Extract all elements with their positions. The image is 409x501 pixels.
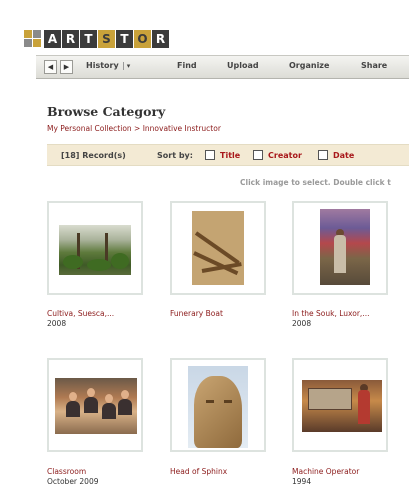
item-title[interactable]: Funerary Boat (170, 309, 223, 318)
sort-by-creator[interactable]: Creator (253, 150, 302, 160)
checkbox[interactable] (205, 150, 215, 160)
history-menu[interactable]: History ▾ (86, 61, 130, 70)
logo-letter: A (44, 30, 61, 48)
thumbnail-image[interactable] (55, 378, 137, 434)
records-bar: [18] Record(s) Sort by: Title Creator Da… (47, 144, 409, 166)
sort-label: Sort by: (157, 151, 193, 160)
item-date: 2008 (47, 319, 67, 328)
forward-arrow-icon[interactable]: ▶ (60, 60, 73, 74)
sort-by-title[interactable]: Title (205, 150, 240, 160)
selection-hint: Click image to select. Double click t (240, 178, 391, 187)
artstor-logo[interactable]: A R T S T O R (44, 30, 170, 48)
share-button[interactable]: Share (361, 61, 387, 70)
upload-button[interactable]: Upload (227, 61, 259, 70)
item-date: 2008 (292, 319, 312, 328)
logo-letter: O (134, 30, 151, 48)
thumbnail-image[interactable] (302, 380, 382, 432)
main-toolbar: ◀ ▶ History ▾ Find Upload Organize Share (36, 55, 409, 79)
record-count: [18] Record(s) (61, 151, 126, 160)
find-button[interactable]: Find (177, 61, 197, 70)
logo-letter: S (98, 30, 115, 48)
sort-option-label: Title (220, 150, 241, 160)
thumbnail-image[interactable] (192, 211, 244, 285)
back-arrow-icon[interactable]: ◀ (44, 60, 57, 74)
logo-letter: R (152, 30, 169, 48)
header-bar: A R T S T O R (0, 0, 409, 52)
thumbnail-tile[interactable] (292, 201, 388, 295)
thumbnail-image[interactable] (320, 209, 370, 285)
sort-option-label: Creator (268, 150, 302, 160)
sort-by-date[interactable]: Date (318, 150, 354, 160)
item-title[interactable]: Classroom (47, 467, 86, 476)
item-title[interactable]: Machine Operator (292, 467, 359, 476)
logo-letter: T (80, 30, 97, 48)
item-title[interactable]: Head of Sphinx (170, 467, 227, 476)
thumbnail-tile[interactable] (47, 201, 143, 295)
logo-letter: T (116, 30, 133, 48)
thumbnail-tile[interactable] (170, 201, 266, 295)
checkbox[interactable] (318, 150, 328, 160)
item-date: October 2009 (47, 477, 99, 486)
item-title[interactable]: In the Souk, Luxor,... (292, 309, 369, 318)
item-date: 1994 (292, 477, 312, 486)
breadcrumb[interactable]: My Personal Collection > Innovative Inst… (47, 124, 221, 133)
thumbnail-tile[interactable] (170, 358, 266, 452)
chevron-down-icon[interactable]: ▾ (122, 62, 130, 70)
thumbnail-image[interactable] (188, 366, 248, 448)
logo-letter: R (62, 30, 79, 48)
thumbnail-tile[interactable] (292, 358, 388, 452)
sort-option-label: Date (333, 150, 355, 160)
item-title[interactable]: Cultiva, Suesca,... (47, 309, 114, 318)
artstor-logo-mark-icon (24, 30, 42, 48)
thumbnail-image[interactable] (59, 225, 131, 275)
thumbnail-tile[interactable] (47, 358, 143, 452)
page-title: Browse Category (47, 104, 166, 119)
checkbox[interactable] (253, 150, 263, 160)
organize-button[interactable]: Organize (289, 61, 329, 70)
history-label: History (86, 61, 119, 70)
